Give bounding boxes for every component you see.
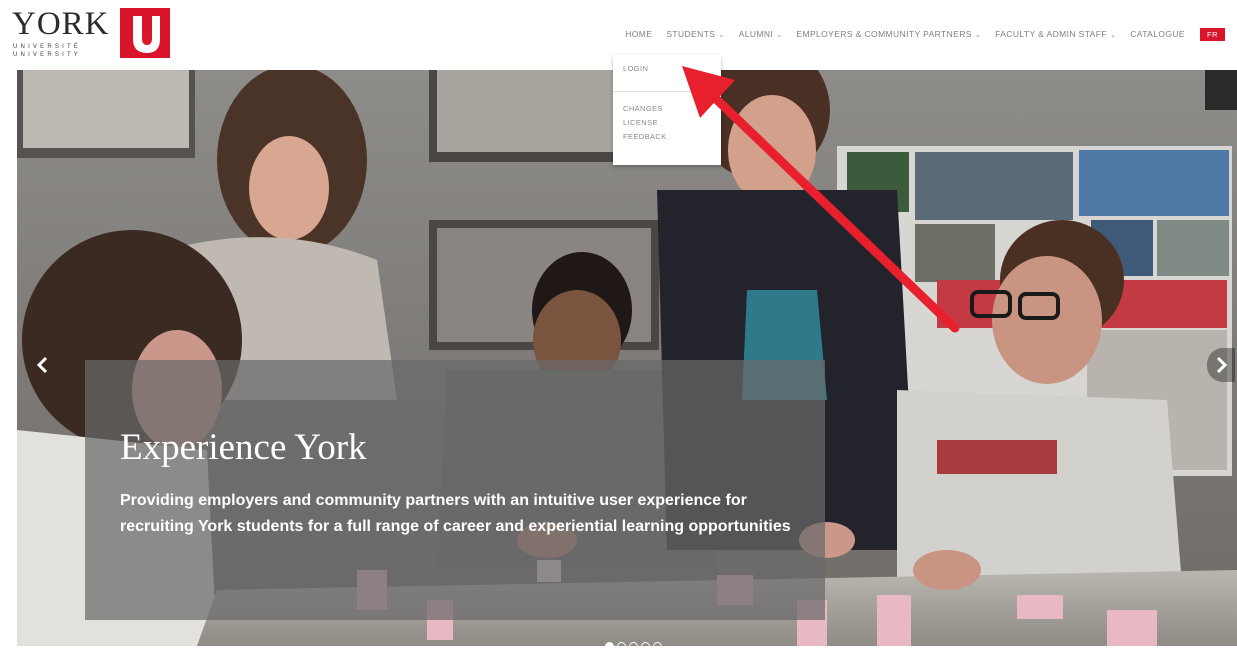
logo-subtitle-fr: UNIVERSITÉ	[13, 44, 82, 50]
page: YORK UNIVERSITÉ UNIVERSITY HOME STUDENTS…	[0, 0, 1237, 654]
dropdown-item-changes[interactable]: CHANGES	[623, 104, 663, 113]
chevron-down-icon: ⌄	[1109, 32, 1117, 39]
logo-mark-icon	[120, 8, 170, 58]
slider-dot[interactable]	[653, 642, 662, 646]
chevron-right-icon	[1216, 356, 1228, 374]
york-logo[interactable]: YORK UNIVERSITÉ UNIVERSITY	[12, 6, 172, 62]
main-nav: HOME STUDENTS ⌄ ALUMNI ⌄ EMPLOYERS & COMMU…	[618, 27, 1225, 41]
language-toggle-button[interactable]: FR	[1200, 27, 1225, 41]
slider-prev-button[interactable]	[29, 348, 57, 382]
nav-catalogue[interactable]: CATALOGUE	[1123, 27, 1192, 41]
hero-title: Experience York	[120, 427, 367, 468]
nav-alumni[interactable]: ALUMNI ⌄	[732, 27, 790, 41]
slider-dot[interactable]	[605, 642, 614, 646]
nav-home[interactable]: HOME	[618, 27, 659, 41]
hero-caption: Experience York Providing employers and …	[85, 360, 825, 620]
slider-next-button[interactable]	[1207, 348, 1235, 382]
students-dropdown-menu: LOGIN CHANGES LICENSE FEEDBACK	[613, 55, 721, 165]
dropdown-item-feedback[interactable]: FEEDBACK	[623, 132, 667, 141]
dropdown-divider	[613, 91, 721, 92]
nav-employers[interactable]: EMPLOYERS & COMMUNITY PARTNERS ⌄	[789, 27, 988, 41]
slider-dot[interactable]	[617, 642, 626, 646]
hero-description: Providing employers and community partne…	[120, 492, 791, 535]
nav-faculty[interactable]: FACULTY & ADMIN STAFF ⌄	[988, 27, 1123, 41]
chevron-down-icon: ⌄	[718, 32, 725, 39]
nav-students[interactable]: STUDENTS ⌄	[659, 27, 731, 41]
slider-dot[interactable]	[629, 642, 638, 646]
slider-pagination	[605, 642, 662, 646]
logo-wordmark: YORK	[12, 6, 110, 42]
dropdown-item-login[interactable]: LOGIN	[623, 64, 648, 73]
chevron-down-icon: ⌄	[974, 32, 982, 39]
chevron-left-icon	[36, 356, 48, 374]
chevron-down-icon: ⌄	[776, 32, 783, 39]
slider-dot[interactable]	[641, 642, 650, 646]
logo-subtitle-en: UNIVERSITY	[13, 52, 82, 58]
dropdown-item-license[interactable]: LICENSE	[623, 118, 658, 127]
